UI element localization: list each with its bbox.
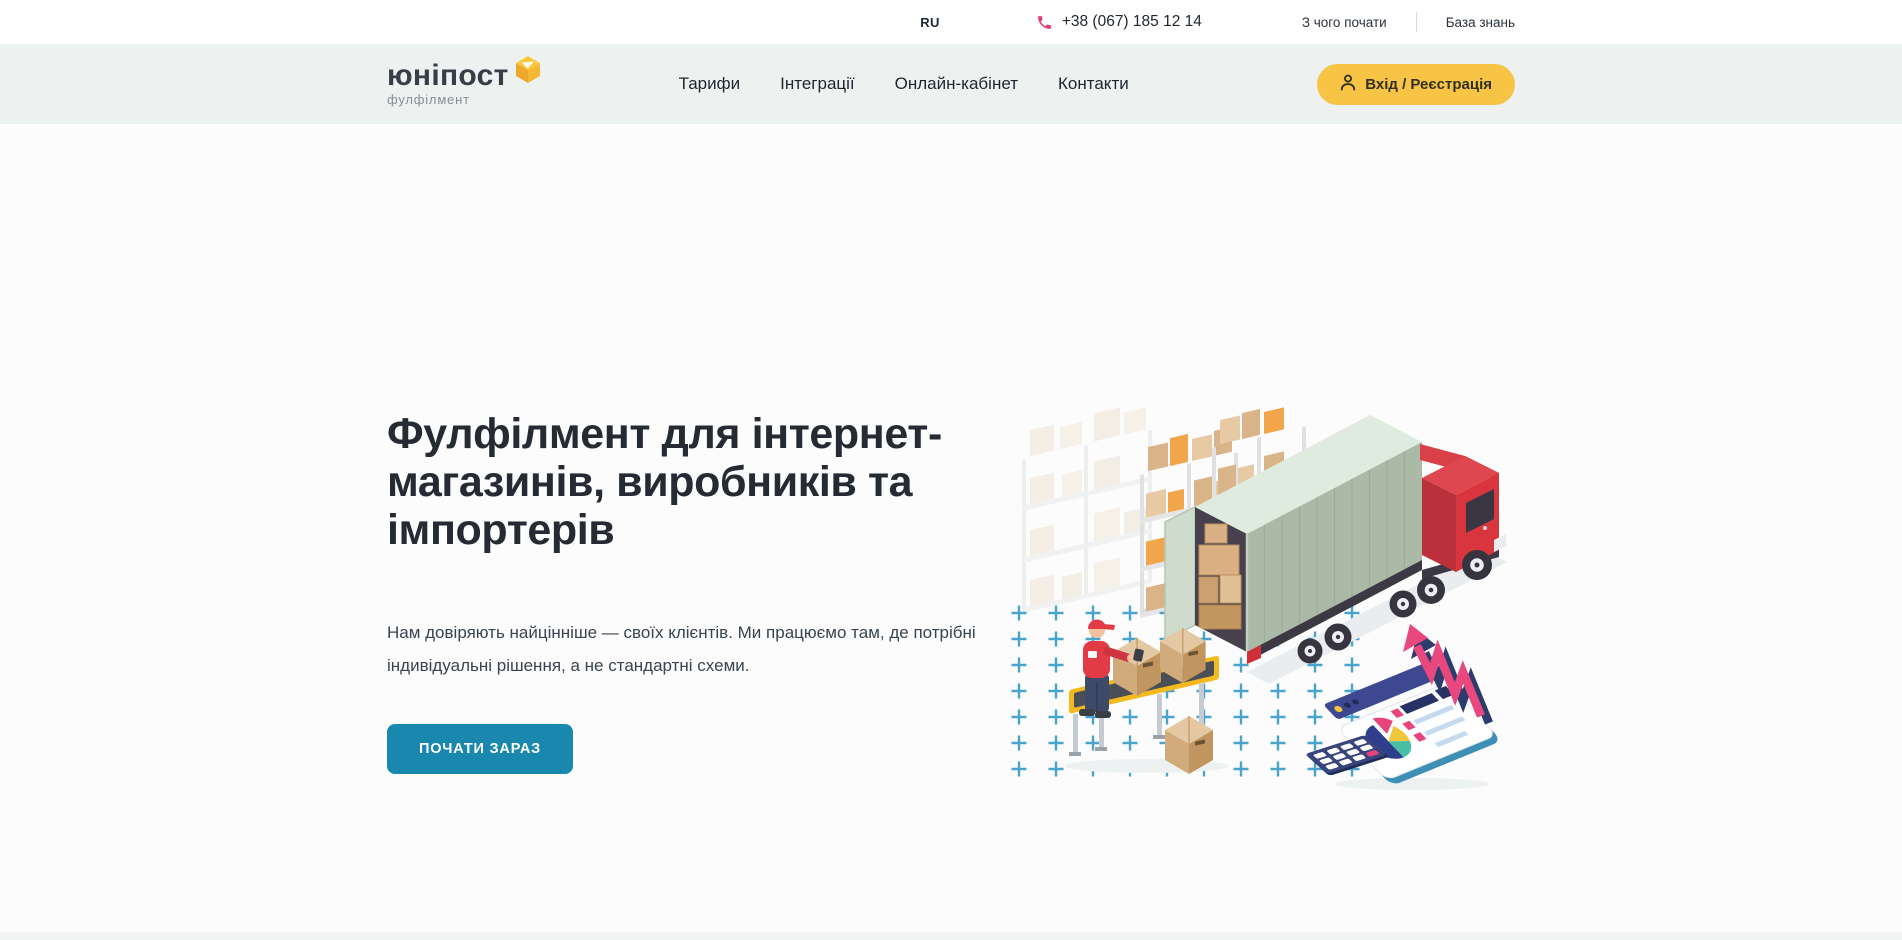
hero-description: Нам довіряють найцінніше — своїх клієнті… [387,616,999,682]
topbar-divider [1416,12,1417,32]
nav-item-online-cabinet[interactable]: Онлайн-кабінет [895,74,1018,94]
cta-button[interactable]: ПОЧАТИ ЗАРАЗ [387,724,573,774]
main-nav: Тарифи Інтеграції Онлайн-кабінет Контакт… [679,74,1129,94]
user-icon [1340,74,1356,95]
logo-wordmark: юніпост [387,61,509,91]
hero-section: Фулфілмент для інтернет- магазинів, виро… [0,124,1902,940]
page-bottom-edge [0,932,1902,940]
login-label: Вхід / Реєстрація [1365,76,1492,93]
login-button[interactable]: Вхід / Реєстрація [1317,64,1515,105]
phone-icon [1036,14,1053,31]
phone-number: +38 (067) 185 12 14 [1062,13,1202,31]
language-toggle-ru[interactable]: RU [920,15,940,30]
logo-tagline: фулфілмент [387,92,543,107]
topbar-link-getting-started[interactable]: З чого почати [1302,15,1387,30]
nav-item-contacts[interactable]: Контакти [1058,74,1129,94]
topbar-link-knowledge-base[interactable]: База знань [1446,15,1515,30]
phone-link[interactable]: +38 (067) 185 12 14 [1036,13,1202,31]
cube-icon [513,54,543,89]
site-header: юніпост фулфілмент Тарифи Інтеграції Онл… [0,44,1902,124]
hero-illustration [1007,400,1507,790]
nav-item-integrations[interactable]: Інтеграції [780,74,855,94]
logo[interactable]: юніпост фулфілмент [387,61,543,107]
topbar: RU +38 (067) 185 12 14 З чого почати Баз… [0,0,1902,44]
nav-item-tariffs[interactable]: Тарифи [679,74,741,94]
